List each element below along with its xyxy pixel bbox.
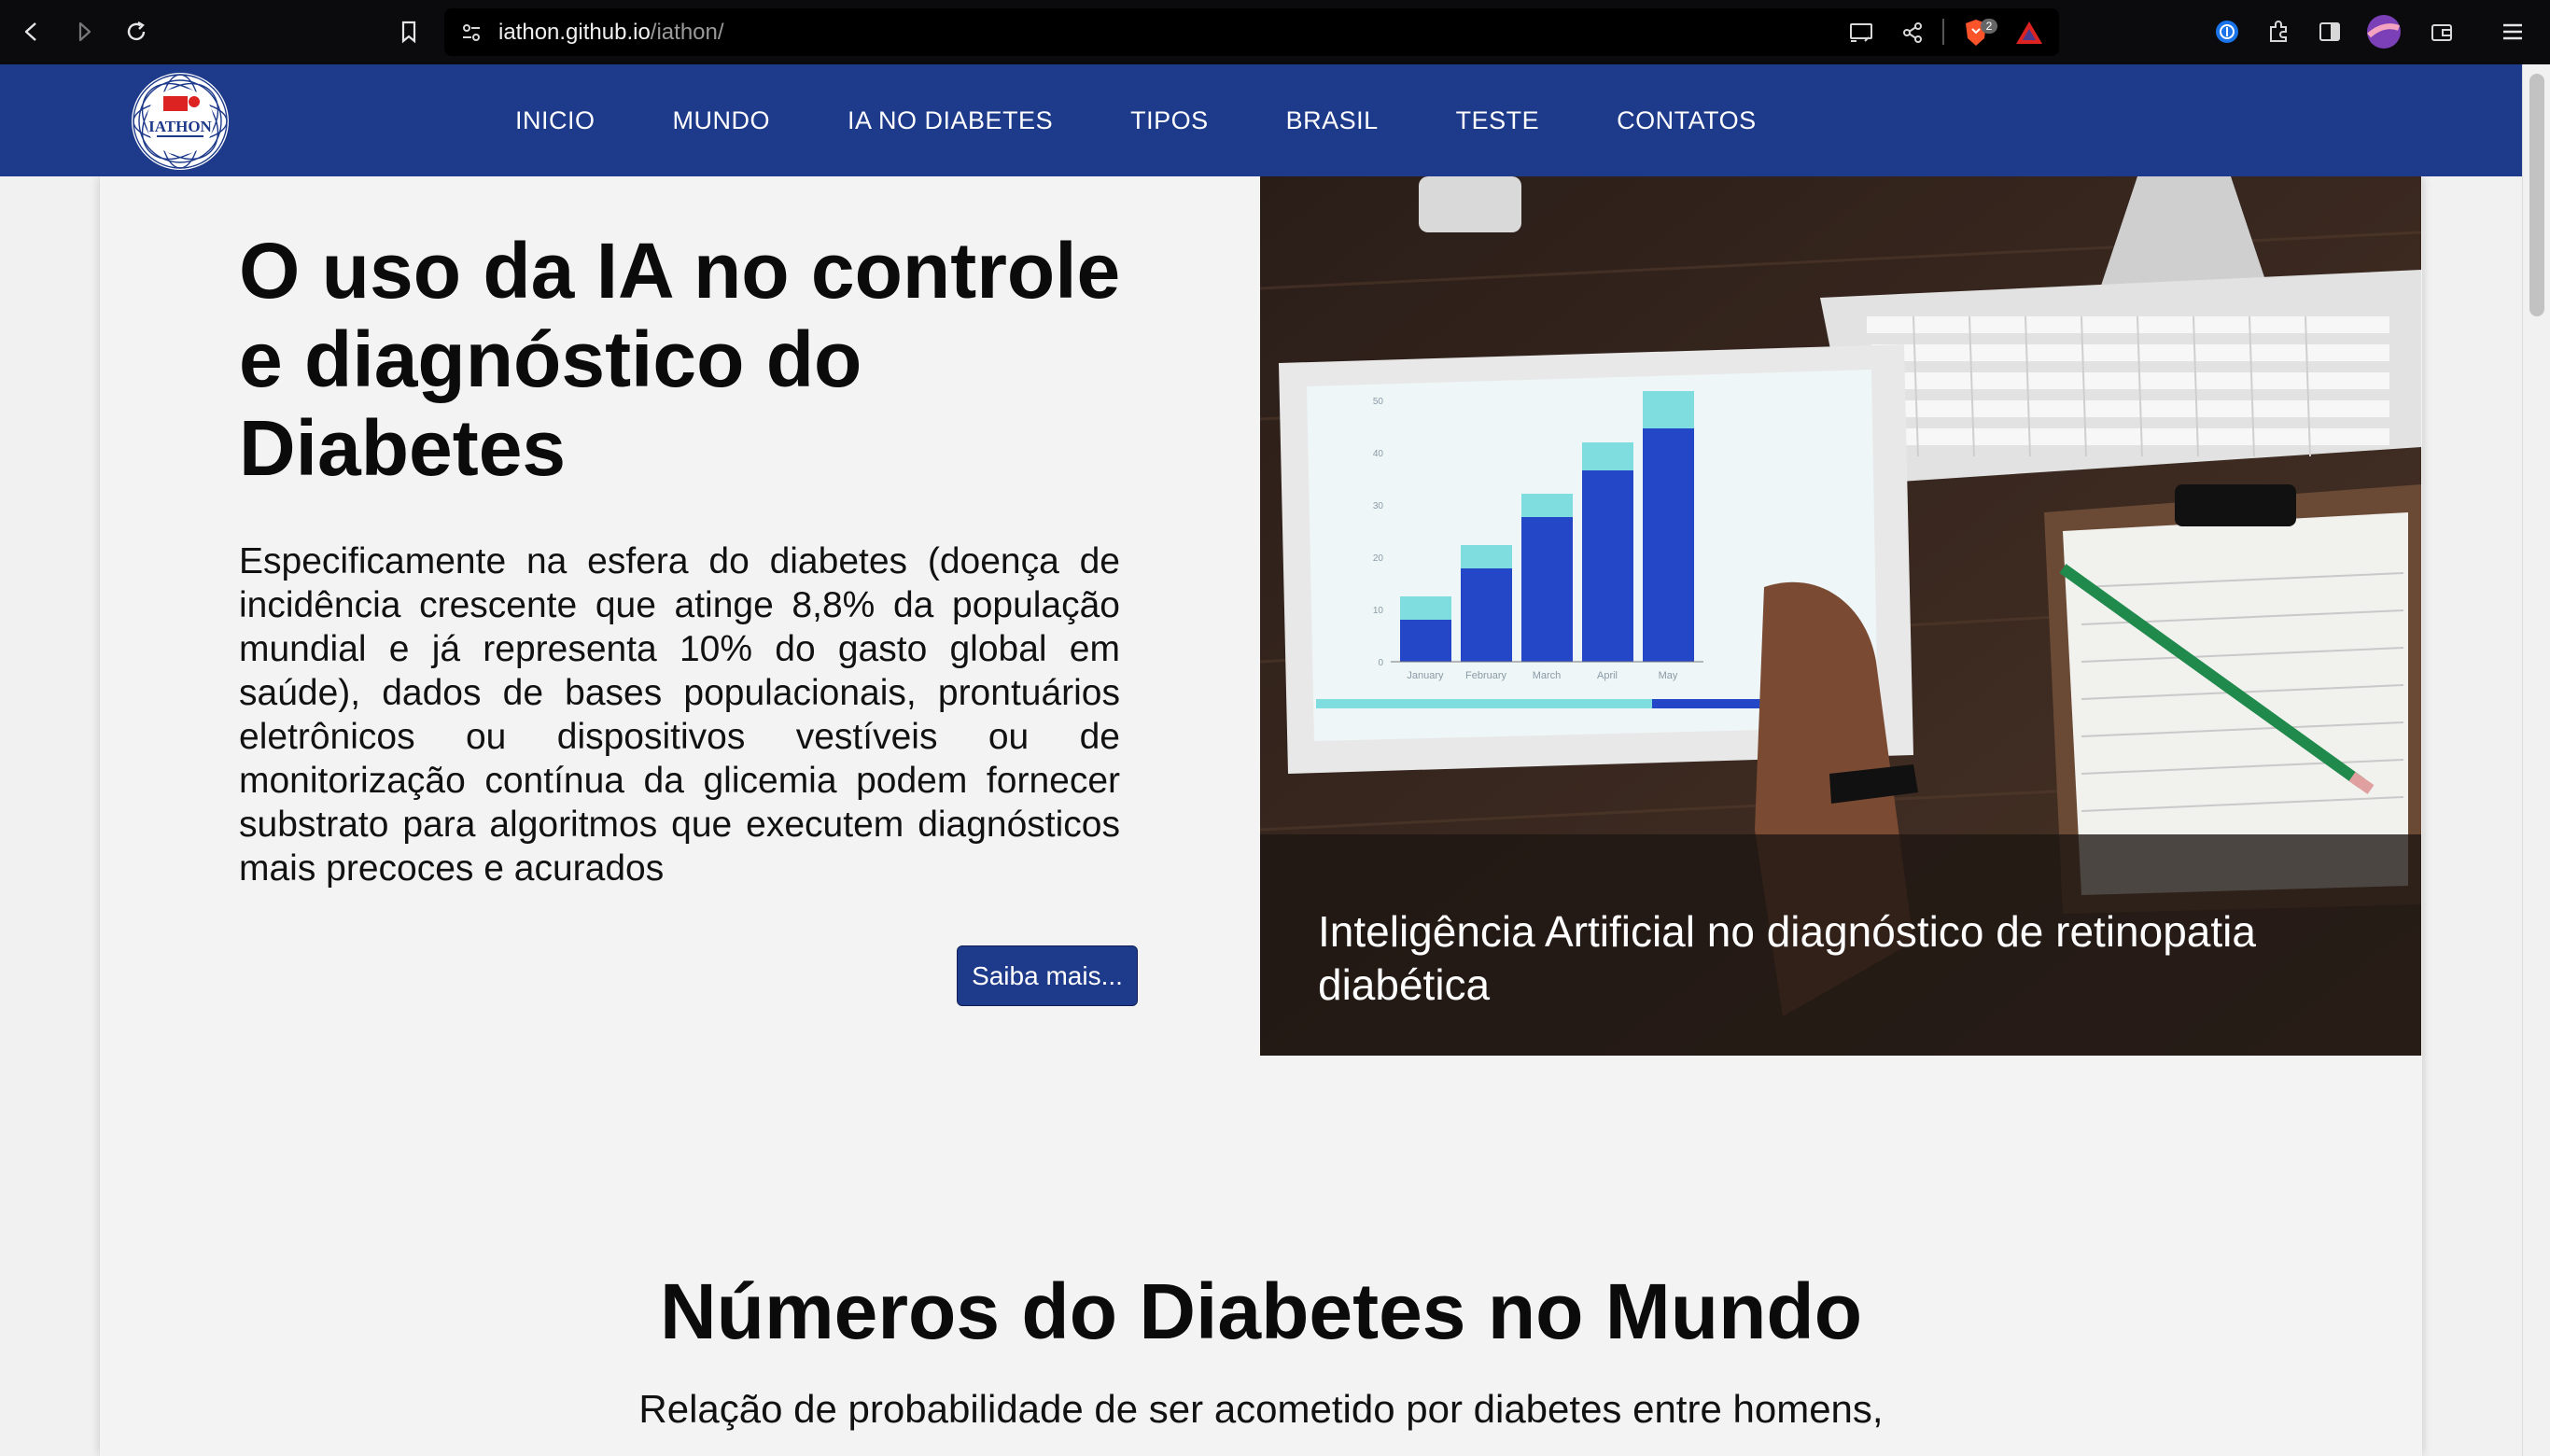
site-settings-icon — [463, 24, 480, 41]
nav-inicio[interactable]: INICIO — [515, 106, 595, 135]
tablet-chart-month-label: April — [1597, 670, 1618, 681]
wallet-icon[interactable] — [2429, 19, 2455, 45]
bookmark-icon — [401, 21, 416, 44]
page-scrollbar[interactable] — [2522, 64, 2550, 1456]
scrollbar-thumb[interactable] — [2529, 74, 2544, 316]
extensions-icon[interactable] — [2265, 19, 2291, 45]
url-host: iathon.github.io — [498, 20, 651, 45]
nav-teste[interactable]: TESTE — [1456, 106, 1540, 135]
tablet-chart-tick-label: 20 — [1373, 553, 1384, 564]
nav-ia-no-diabetes[interactable]: IA NO DIABETES — [848, 106, 1053, 135]
browser-toolbar: iathon.github.io/iathon/ 2 — [0, 0, 2550, 64]
iathon-logo[interactable]: IATHON — [129, 70, 231, 173]
hero-title: O uso da IA no controle e diagnóstico do… — [239, 227, 1121, 492]
nav-tipos[interactable]: TIPOS — [1130, 106, 1209, 135]
brave-rewards-icon[interactable] — [2014, 20, 2044, 46]
tablet-chart-tick-label: 0 — [1378, 658, 1383, 668]
tablet-chart-tick-label: 30 — [1373, 501, 1384, 511]
nav-mundo[interactable]: MUNDO — [673, 106, 771, 135]
cast-icon[interactable] — [1848, 21, 1874, 45]
tablet-chart-tick-label: 40 — [1373, 449, 1384, 459]
back-arrow-icon — [24, 22, 36, 41]
forward-button[interactable] — [65, 13, 103, 50]
section-title: Números do Diabetes no Mundo — [659, 1267, 1863, 1355]
address-bar[interactable]: iathon.github.io/iathon/ — [444, 8, 2059, 56]
forward-arrow-icon — [78, 21, 91, 42]
section-subtitle: Relação de probabilidade de ser acometid… — [638, 1387, 1884, 1431]
main-nav: INICIO MUNDO IA NO DIABETES TIPOS BRASIL… — [515, 64, 1834, 176]
tablet-chart-month-label: May — [1659, 670, 1678, 681]
password-manager-icon[interactable] — [2214, 19, 2240, 45]
sidebar-toggle-icon[interactable] — [2317, 19, 2343, 45]
toolbar-divider — [1942, 19, 1944, 45]
url-text[interactable]: iathon.github.io/iathon/ — [498, 21, 724, 45]
nav-brasil[interactable]: BRASIL — [1286, 106, 1379, 135]
back-button[interactable] — [13, 13, 50, 50]
site-navbar: IATHON INICIO MUNDO IA NO DIABETES TIPOS… — [0, 64, 2522, 176]
saiba-mais-button[interactable]: Saiba mais... — [957, 945, 1138, 1006]
share-icon[interactable] — [1900, 21, 1925, 45]
profile-avatar-icon[interactable] — [2365, 13, 2403, 50]
url-path: /iathon/ — [650, 20, 724, 45]
menu-icon[interactable] — [2500, 19, 2526, 45]
carousel-caption: Inteligência Artificial no diagnóstico d… — [1318, 907, 2256, 1009]
nav-contatos[interactable]: CONTATOS — [1617, 106, 1757, 135]
hero-description: Especificamente na esfera do diabetes (d… — [239, 541, 1120, 889]
tablet-chart-month-label: February — [1465, 670, 1507, 681]
logo-text: IATHON — [148, 118, 212, 135]
tablet-chart-tick-label: 50 — [1373, 397, 1384, 407]
reload-button[interactable] — [118, 13, 155, 50]
tablet-chart-month-label: March — [1533, 670, 1562, 681]
bookmark-button[interactable] — [390, 13, 427, 50]
tablet-chart-month-label: January — [1407, 670, 1444, 681]
reload-icon — [127, 21, 146, 41]
shields-count-badge: 2 — [1981, 19, 1997, 34]
tablet-chart-tick-label: 10 — [1373, 606, 1384, 616]
